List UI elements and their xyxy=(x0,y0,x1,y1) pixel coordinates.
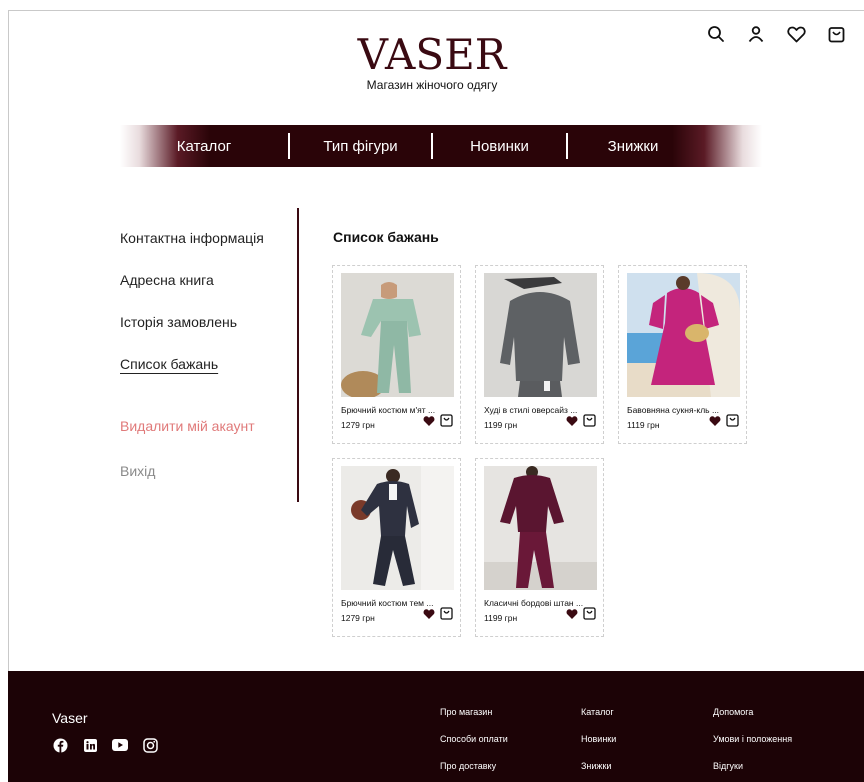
footer-link-help[interactable]: Допомога xyxy=(713,707,792,717)
add-to-cart-icon[interactable] xyxy=(583,606,596,620)
add-to-cart-icon[interactable] xyxy=(583,413,596,427)
product-name: Худі в стилі оверсайз ... xyxy=(484,405,578,415)
sidebar-item-logout[interactable]: Вихід xyxy=(120,463,155,479)
sidebar-item-address-book[interactable]: Адресна книга xyxy=(120,272,214,288)
sidebar-divider xyxy=(297,208,299,502)
nav-item-new[interactable]: Новинки xyxy=(433,138,566,155)
heart-filled-icon[interactable] xyxy=(423,608,435,620)
sidebar-item-delete-account[interactable]: Видалити мій акаунт xyxy=(120,418,255,434)
footer-column-info: Про магазин Способи оплати Про доставку xyxy=(440,707,508,782)
shopping-bag-icon[interactable] xyxy=(826,24,846,44)
sidebar-item-contact-info[interactable]: Контактна інформація xyxy=(120,230,264,246)
footer-link-sale[interactable]: Знижки xyxy=(581,761,616,771)
product-name: Брючний костюм тем ... xyxy=(341,598,434,608)
add-to-cart-icon[interactable] xyxy=(440,413,453,427)
heart-filled-icon[interactable] xyxy=(423,415,435,427)
product-name: Брючний костюм м'ят ... xyxy=(341,405,436,415)
product-card[interactable]: Бавовняна сукня-кль ... 1119 грн xyxy=(618,265,747,444)
product-price: 1119 грн xyxy=(627,420,660,430)
sidebar-item-order-history[interactable]: Історія замовлень xyxy=(120,314,237,330)
heart-filled-icon[interactable] xyxy=(566,415,578,427)
instagram-icon[interactable] xyxy=(142,737,158,753)
search-icon[interactable] xyxy=(706,24,726,44)
product-price: 1279 грн xyxy=(341,613,375,623)
footer-link-payment[interactable]: Способи оплати xyxy=(440,734,508,744)
footer-link-reviews[interactable]: Відгуки xyxy=(713,761,792,771)
product-image[interactable] xyxy=(484,466,597,590)
footer-brand: Vaser xyxy=(52,710,88,726)
heart-filled-icon[interactable] xyxy=(709,415,721,427)
user-icon[interactable] xyxy=(746,24,766,44)
footer-column-help: Допомога Умови і положення Відгуки xyxy=(713,707,792,782)
product-name: Класичні бордові штан ... xyxy=(484,598,584,608)
product-image[interactable] xyxy=(341,466,454,590)
footer-link-catalog[interactable]: Каталог xyxy=(581,707,616,717)
heart-icon[interactable] xyxy=(786,24,806,44)
linkedin-icon[interactable] xyxy=(82,737,98,753)
social-links xyxy=(52,737,158,753)
product-card[interactable]: Брючний костюм тем ... 1279 грн xyxy=(332,458,461,637)
youtube-icon[interactable] xyxy=(112,737,128,753)
product-price: 1199 грн xyxy=(484,613,518,623)
add-to-cart-icon[interactable] xyxy=(440,606,453,620)
product-image[interactable] xyxy=(627,273,740,397)
nav-item-figure-type[interactable]: Тип фігури xyxy=(290,138,431,155)
product-card[interactable]: Худі в стилі оверсайз ... 1199 грн xyxy=(475,265,604,444)
product-price: 1199 грн xyxy=(484,420,518,430)
footer-link-about[interactable]: Про магазин xyxy=(440,707,508,717)
add-to-cart-icon[interactable] xyxy=(726,413,739,427)
main-nav: Каталог Тип фігури Новинки Знижки xyxy=(120,125,762,167)
product-image[interactable] xyxy=(484,273,597,397)
product-card[interactable]: Брючний костюм м'ят ... 1279 грн xyxy=(332,265,461,444)
header-icons xyxy=(706,24,846,44)
site-footer: Vaser Про магазин Способи оплати Про дос… xyxy=(8,671,864,782)
footer-link-delivery[interactable]: Про доставку xyxy=(440,761,508,771)
heart-filled-icon[interactable] xyxy=(566,608,578,620)
footer-link-terms[interactable]: Умови і положення xyxy=(713,734,792,744)
footer-link-new[interactable]: Новинки xyxy=(581,734,616,744)
sidebar-item-wishlist[interactable]: Список бажань xyxy=(120,356,218,372)
footer-column-shop: Каталог Новинки Знижки xyxy=(581,707,616,782)
product-image[interactable] xyxy=(341,273,454,397)
facebook-icon[interactable] xyxy=(52,737,68,753)
site-tagline: Магазин жіночого одягу xyxy=(366,78,498,92)
product-name: Бавовняна сукня-кль ... xyxy=(627,405,720,415)
product-card[interactable]: Класичні бордові штан ... 1199 грн xyxy=(475,458,604,637)
nav-item-catalog[interactable]: Каталог xyxy=(120,138,288,155)
nav-item-sale[interactable]: Знижки xyxy=(568,138,698,155)
product-price: 1279 грн xyxy=(341,420,375,430)
wishlist-title: Список бажань xyxy=(333,229,439,245)
